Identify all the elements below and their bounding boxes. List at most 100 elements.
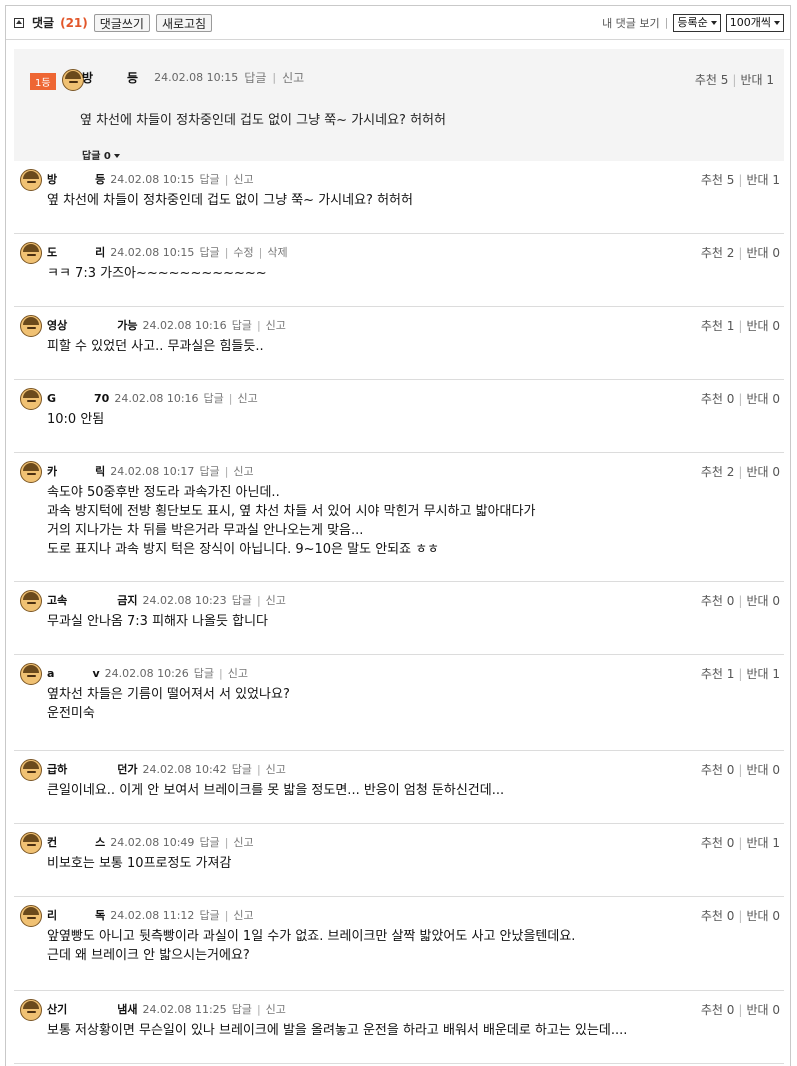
vote-box: 추천 0 | 반대 0	[701, 1001, 780, 1018]
reply-link[interactable]: 답글	[232, 592, 252, 608]
report-link[interactable]: 신고	[266, 1001, 286, 1017]
comment-title: 댓글	[32, 16, 55, 30]
divider: |	[664, 16, 669, 29]
vote-box: 추천 1 | 반대 1	[701, 665, 780, 682]
report-link[interactable]: 신고	[233, 171, 253, 187]
reply-link[interactable]: 답글	[232, 761, 252, 777]
upvote-button[interactable]: 추천 0	[701, 907, 735, 924]
vote-box: 추천 0 | 반대 0	[701, 761, 780, 778]
upvote-button[interactable]: 추천 2	[701, 463, 735, 480]
downvote-button[interactable]: 반대 0	[746, 592, 780, 609]
page-size-select[interactable]: 100개씩	[725, 13, 784, 32]
upvote-button[interactable]: 추천 2	[701, 244, 735, 261]
nickname[interactable]: 산기	[47, 1001, 67, 1017]
divider: |	[738, 172, 743, 187]
upvote-button[interactable]: 추천 0	[701, 834, 735, 851]
reply-link[interactable]: 답글	[199, 834, 219, 850]
write-comment-button[interactable]: 댓글쓰기	[93, 13, 150, 32]
comment-line: 피할 수 있었던 사고.. 무과실은 힘들듯..	[47, 339, 264, 354]
downvote-button[interactable]: 반대 0	[746, 1001, 780, 1018]
comment-item: G 70 24.02.08 10:16 답글 | 신고 10:0 안됨 추천 0 | 반대 0	[14, 380, 784, 453]
vote-box: 추천 0 | 반대 1	[701, 834, 780, 851]
downvote-button[interactable]: 반대 0	[746, 390, 780, 407]
nickname[interactable]: 방	[47, 171, 57, 187]
nickname[interactable]: 릭	[95, 463, 105, 479]
nickname[interactable]: 등	[95, 171, 105, 187]
downvote-button[interactable]: 반대 1	[746, 834, 780, 851]
upvote-button[interactable]: 추천 5	[695, 71, 729, 88]
downvote-button[interactable]: 반대 0	[746, 761, 780, 778]
vote-box: 추천 1 | 반대 0	[701, 317, 780, 334]
nickname[interactable]: 컨	[47, 834, 57, 850]
report-link[interactable]: 신고	[233, 834, 253, 850]
comment-item: 도 리 24.02.08 10:15 답글 | 수정 | 삭제 ㅋㅋ 7:3 가즈아~~~~~~…	[14, 234, 784, 307]
comment-count: (21)	[60, 15, 88, 30]
downvote-button[interactable]: 반대 0	[746, 317, 780, 334]
nickname[interactable]: 고속	[47, 592, 67, 608]
upvote-button[interactable]: 추천 0	[701, 761, 735, 778]
nickname[interactable]: G	[47, 392, 56, 405]
edit-link[interactable]: 수정	[233, 244, 253, 260]
upvote-button[interactable]: 추천 5	[701, 171, 735, 188]
nickname[interactable]: 독	[95, 907, 105, 923]
comment-date: 24.02.08 10:15	[110, 245, 195, 259]
sort-select[interactable]: 등록순	[673, 13, 721, 32]
vote-box: 추천 0 | 반대 0	[701, 390, 780, 407]
report-link[interactable]: 신고	[233, 907, 253, 923]
report-link[interactable]: 신고	[266, 592, 286, 608]
nickname[interactable]: 영상	[47, 317, 67, 333]
nickname[interactable]: 도	[47, 244, 57, 260]
delete-link[interactable]: 삭제	[267, 244, 287, 260]
nickname[interactable]: v	[92, 667, 99, 680]
my-comments-link[interactable]: 내 댓글 보기	[602, 15, 660, 31]
report-link[interactable]: 신고	[238, 390, 258, 406]
page-size-value: 100개씩	[729, 15, 771, 29]
chevron-down-icon	[710, 20, 717, 25]
report-link[interactable]: 신고	[266, 761, 286, 777]
reply-link[interactable]: 답글	[232, 317, 252, 333]
nickname[interactable]: a	[47, 667, 54, 680]
downvote-button[interactable]: 반대 1	[740, 71, 774, 88]
nickname[interactable]: 냄새	[117, 1001, 137, 1017]
reply-toggle[interactable]: 답글 0	[82, 147, 121, 162]
nickname[interactable]: 카	[47, 463, 57, 479]
collapse-icon[interactable]	[14, 17, 24, 28]
nickname[interactable]: 던가	[117, 761, 137, 777]
report-link[interactable]: 신고	[228, 665, 248, 681]
upvote-button[interactable]: 추천 0	[701, 390, 735, 407]
comment-text: 옆 차선에 차들이 정차중인데 겁도 없이 그냥 쭉~ 가시네요? 허허허	[47, 191, 413, 210]
downvote-button[interactable]: 반대 1	[746, 171, 780, 188]
nickname[interactable]: 리	[95, 244, 105, 260]
reply-link[interactable]: 답글	[244, 69, 266, 86]
reply-link[interactable]: 답글	[199, 171, 219, 187]
downvote-button[interactable]: 반대 0	[746, 244, 780, 261]
nickname[interactable]: 스	[95, 834, 105, 850]
reply-link[interactable]: 답글	[199, 907, 219, 923]
reply-link[interactable]: 답글	[204, 390, 224, 406]
report-link[interactable]: 신고	[233, 463, 253, 479]
refresh-button[interactable]: 새로고침	[155, 13, 213, 32]
reply-link[interactable]: 답글	[194, 665, 214, 681]
report-link[interactable]: 신고	[266, 317, 286, 333]
downvote-button[interactable]: 반대 0	[746, 907, 780, 924]
nickname[interactable]: 70	[94, 392, 109, 405]
nickname[interactable]: 금지	[117, 592, 137, 608]
nickname[interactable]: 급하	[47, 761, 67, 777]
nickname[interactable]: 리	[47, 907, 57, 923]
nickname[interactable]: 방	[82, 69, 93, 86]
report-link[interactable]: 신고	[282, 69, 304, 86]
upvote-button[interactable]: 추천 0	[701, 592, 735, 609]
upvote-button[interactable]: 추천 1	[701, 317, 735, 334]
upvote-button[interactable]: 추천 0	[701, 1001, 735, 1018]
comment-text: 앞옆빵도 아니고 뒷측빵이라 과실이 1일 수가 없죠. 브레이크만 살짝 밟았…	[47, 927, 575, 965]
nickname[interactable]: 가능	[117, 317, 137, 333]
divider: |	[224, 464, 229, 478]
reply-link[interactable]: 답글	[199, 463, 219, 479]
upvote-button[interactable]: 추천 1	[701, 665, 735, 682]
comment-line: 근데 왜 브레이크 안 밟으시는거에요?	[47, 948, 250, 963]
reply-link[interactable]: 답글	[232, 1001, 252, 1017]
downvote-button[interactable]: 반대 0	[746, 463, 780, 480]
reply-link[interactable]: 답글	[199, 244, 219, 260]
nickname[interactable]: 등	[127, 69, 138, 86]
downvote-button[interactable]: 반대 1	[746, 665, 780, 682]
